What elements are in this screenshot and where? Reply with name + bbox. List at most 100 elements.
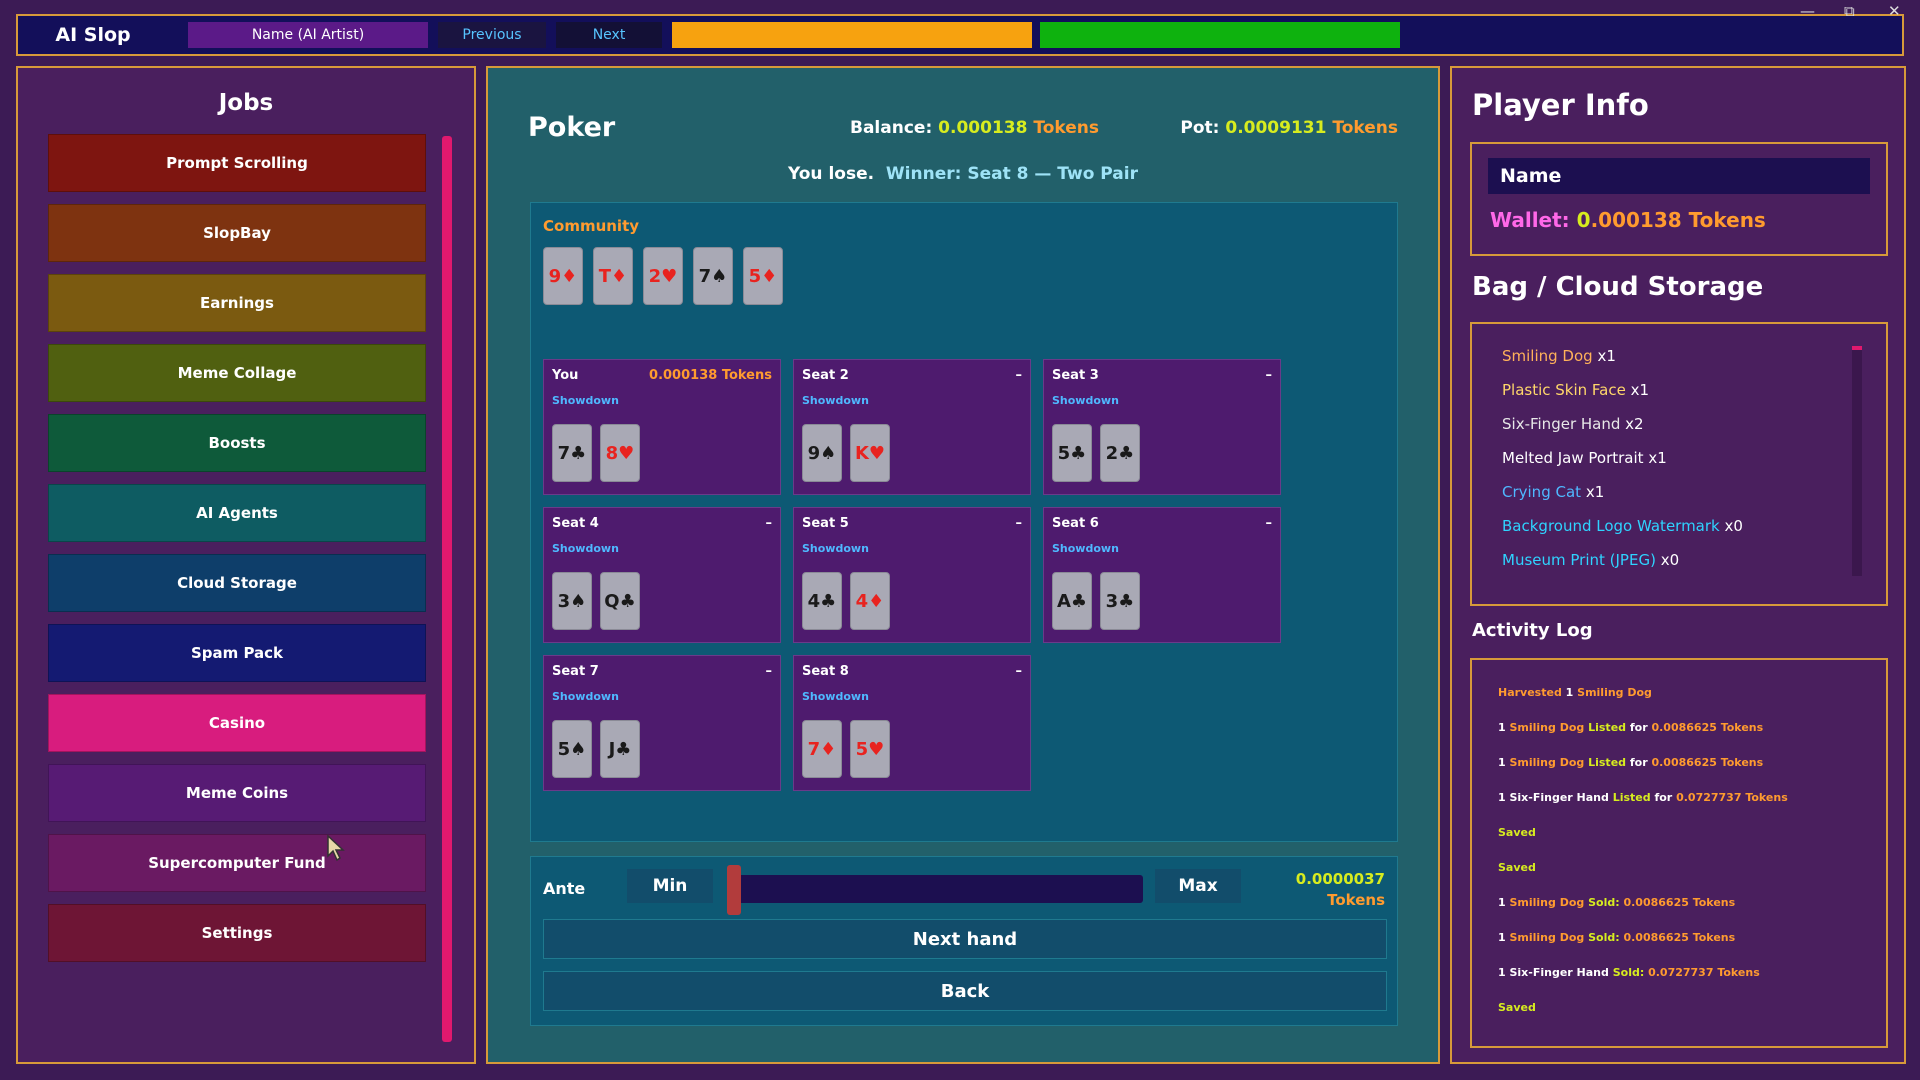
job-button-supercomputer-fund[interactable]: Supercomputer Fund (48, 834, 426, 892)
log-segment: for (1654, 791, 1677, 804)
log-segment: Smiling Dog (1509, 896, 1589, 909)
ante-value-unit: Tokens (1327, 891, 1385, 909)
seat-cards: 4♣ 4♦ (802, 572, 890, 630)
bag-item[interactable]: Museum Print (JPEG) x0 (1502, 550, 1743, 584)
app-title: AI Slop (55, 24, 131, 46)
previous-button[interactable]: Previous (438, 22, 546, 48)
jobs-panel: Jobs Prompt Scrolling SlopBay Earnings Meme… (16, 66, 476, 1064)
seat-name: Seat 8 (802, 664, 849, 679)
bag-scroll-thumb[interactable] (1852, 346, 1862, 350)
poker-title: Poker (528, 112, 616, 143)
job-button-earnings[interactable]: Earnings (48, 274, 426, 332)
seat-cards: 3♠ Q♣ (552, 572, 640, 630)
seat-cards: 9♠ K♥ (802, 424, 890, 482)
seat-status: Showdown (1052, 394, 1119, 407)
log-segment: 0.0727737 Tokens (1648, 966, 1760, 979)
seat-panel: Seat 5 – Showdown 4♣ 4♦ (793, 507, 1031, 643)
bag-item[interactable]: Plastic Skin Face x1 (1502, 380, 1743, 414)
log-entry: 1 Smiling Dog Sold: 0.0086625 Tokens (1498, 931, 1788, 966)
job-button-casino[interactable]: Casino (48, 694, 426, 752)
name-button[interactable]: Name (AI Artist) (188, 22, 428, 48)
wallet-display: Wallet: 0.000138 Tokens (1490, 208, 1766, 232)
hole-card: 5♠ (552, 720, 592, 778)
log-segment: Listed (1612, 791, 1655, 804)
winner-text: Winner: Seat 8 — Two Pair (885, 164, 1138, 184)
seat-info: – (1015, 664, 1023, 679)
balance-value: 0.000138 (938, 118, 1028, 138)
seat-panel: Seat 2 – Showdown 9♠ K♥ (793, 359, 1031, 495)
job-button-meme-coins[interactable]: Meme Coins (48, 764, 426, 822)
log-segment: Saved (1498, 861, 1536, 874)
community-label: Community (543, 217, 640, 235)
bag-item[interactable]: Crying Cat x1 (1502, 482, 1743, 516)
job-button-slopbay[interactable]: SlopBay (48, 204, 426, 262)
pot-value: 0.0009131 (1225, 118, 1327, 138)
bag-item[interactable]: Melted Jaw Portrait x1 (1502, 448, 1743, 482)
hole-card: 4♣ (802, 572, 842, 630)
hole-card: 7♦ (802, 720, 842, 778)
bag-scrollbar[interactable] (1852, 346, 1862, 576)
seat-status: Showdown (552, 394, 619, 407)
seat-info: – (1015, 516, 1023, 531)
job-button-spam-pack[interactable]: Spam Pack (48, 624, 426, 682)
hole-card: 7♣ (552, 424, 592, 482)
player-name-field[interactable]: Name (1488, 158, 1870, 194)
hole-card: 8♥ (600, 424, 640, 482)
job-button-cloud-storage[interactable]: Cloud Storage (48, 554, 426, 612)
jobs-title: Jobs (218, 90, 274, 116)
close-icon[interactable]: ✕ (1888, 2, 1901, 20)
activity-log-title: Activity Log (1472, 620, 1593, 641)
log-segment: Sold: (1612, 966, 1649, 979)
pot-unit: Tokens (1332, 118, 1398, 138)
seat-status: Showdown (552, 690, 619, 703)
log-segment: 1 (1498, 966, 1510, 979)
job-button-boosts[interactable]: Boosts (48, 414, 426, 472)
seat-status: Showdown (802, 542, 869, 555)
hand-result: You lose. Winner: Seat 8 — Two Pair (488, 164, 1438, 184)
seat-panel: Seat 4 – Showdown 3♠ Q♣ (543, 507, 781, 643)
bag-item[interactable]: Smiling Dog x1 (1502, 346, 1743, 380)
log-segment: 0.0086625 Tokens (1623, 931, 1736, 944)
log-segment: Saved (1498, 1001, 1536, 1014)
bag-item-name: Plastic Skin Face (1502, 381, 1626, 399)
log-segment: Smiling Dog (1509, 756, 1589, 769)
seat-name: Seat 5 (802, 516, 849, 531)
max-button[interactable]: Max (1155, 869, 1241, 903)
bag-title: Bag / Cloud Storage (1472, 272, 1764, 302)
community-card: T♦ (593, 247, 633, 305)
seat-status: Showdown (1052, 542, 1119, 555)
player-info-box: Name Wallet: 0.000138 Tokens (1470, 142, 1888, 256)
restore-icon[interactable]: ⧉ (1844, 2, 1855, 20)
job-button-ai-agents[interactable]: AI Agents (48, 484, 426, 542)
log-segment: 0.0727737 Tokens (1676, 791, 1788, 804)
ante-slider-thumb[interactable] (727, 865, 741, 915)
bag-item[interactable]: Background Logo Watermark x0 (1502, 516, 1743, 550)
ante-slider-track[interactable] (731, 875, 1143, 903)
community-card: 7♠ (693, 247, 733, 305)
seat-info: – (1015, 368, 1023, 383)
log-entry: 1 Smiling Dog Listed for 0.0086625 Token… (1498, 721, 1788, 756)
hole-card: 9♠ (802, 424, 842, 482)
bag-item-qty: x1 (1597, 347, 1616, 365)
next-hand-button[interactable]: Next hand (543, 919, 1387, 959)
job-button-prompt-scrolling[interactable]: Prompt Scrolling (48, 134, 426, 192)
log-segment: Listed (1588, 721, 1630, 734)
bag-item-qty: x1 (1630, 381, 1650, 399)
poker-panel: Poker Balance: 0.000138 Tokens Pot: 0.00… (486, 66, 1440, 1064)
job-button-meme-collage[interactable]: Meme Collage (48, 344, 426, 402)
next-button[interactable]: Next (556, 22, 662, 48)
log-segment: Sold: (1588, 931, 1624, 944)
bag-item[interactable]: Six-Finger Hand x2 (1502, 414, 1743, 448)
bag-item-name: Smiling Dog (1502, 347, 1593, 365)
job-button-settings[interactable]: Settings (48, 904, 426, 962)
player-info-title: Player Info (1472, 88, 1649, 122)
hole-card: 5♥ (850, 720, 890, 778)
bag-item-qty: x0 (1660, 551, 1680, 569)
activity-log-list: Harvested 1 Smiling Dog 1 Smiling Dog Lis… (1498, 686, 1788, 1036)
jobs-scrollbar[interactable] (442, 136, 452, 1042)
min-button[interactable]: Min (627, 869, 713, 903)
log-segment: Six-Finger Hand (1509, 791, 1613, 804)
minimize-icon[interactable]: — (1800, 2, 1815, 20)
back-button[interactable]: Back (543, 971, 1387, 1011)
activity-log-box: Harvested 1 Smiling Dog 1 Smiling Dog Lis… (1470, 658, 1888, 1048)
